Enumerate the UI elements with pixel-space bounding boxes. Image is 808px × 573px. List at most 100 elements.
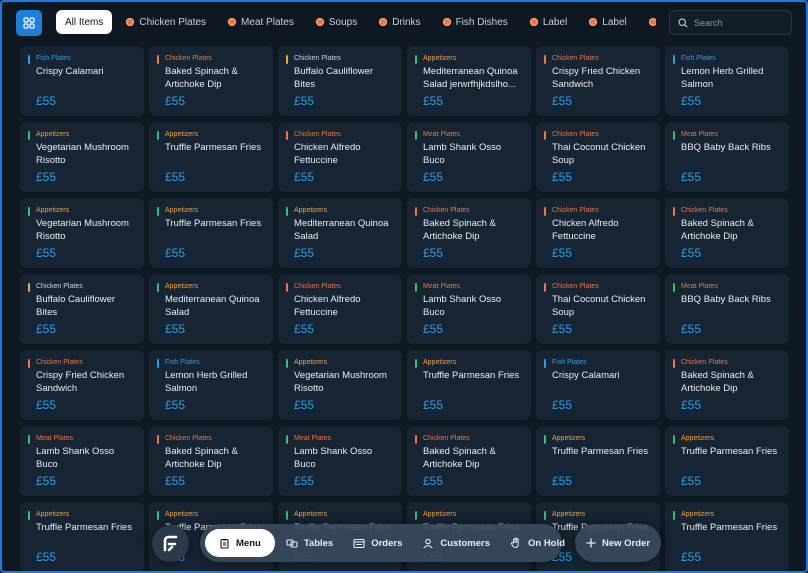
nav-menu-button[interactable]: Menu (205, 529, 275, 557)
filter-chip-chicken-plates[interactable]: Chicken Plates (118, 10, 214, 34)
menu-item-card[interactable]: Chicken Plates Buffalo Cauliflower Bites £… (20, 274, 144, 344)
menu-item-card[interactable]: Appetizers Truffle Parmesan Fries £55 (665, 426, 789, 496)
menu-item-card[interactable]: Appetizers Truffle Parmesan Fries £55 (536, 426, 660, 496)
menu-item-card[interactable]: Appetizers Truffle Parmesan Fries £55 (665, 502, 789, 571)
filter-chip-all-items[interactable]: All Items (56, 10, 113, 34)
menu-item-card[interactable]: Appetizers Vegetarian Mushroom Risotto £55 (20, 198, 144, 268)
menu-item-card[interactable]: Chicken Plates Thai Coconut Chicken Soup £… (536, 274, 660, 344)
menu-item-card[interactable]: Chicken Plates Thai Coconut Chicken Soup £… (536, 122, 660, 192)
menu-item-card[interactable]: Meat Plates Lamb Shank Osso Buco £55 (407, 122, 531, 192)
menu-item-card[interactable]: Meat Plates Lamb Shank Osso Buco £55 (20, 426, 144, 496)
filter-chip-label[interactable]: Label (522, 10, 575, 34)
search-input[interactable] (694, 17, 784, 28)
category-indicator (544, 131, 546, 140)
menu-item-card[interactable]: Appetizers Mediterranean Quinoa Salad jer… (407, 46, 531, 116)
category-indicator (28, 55, 30, 64)
menu-item-card[interactable]: Chicken Plates Baked Spinach & Artichoke … (407, 198, 531, 268)
menu-item-card[interactable]: Appetizers Vegetarian Mushroom Risotto £55 (278, 350, 402, 420)
menu-item-card[interactable]: Appetizers Mediterranean Quinoa Salad £55 (278, 198, 402, 268)
menu-item-category: Fish Plates (552, 359, 587, 366)
menu-item-category: Appetizers (165, 283, 199, 290)
menu-item-card[interactable]: Meat Plates Lamb Shank Osso Buco £55 (278, 426, 402, 496)
category-indicator (544, 511, 546, 520)
clipboard-icon (219, 538, 230, 549)
category-indicator (28, 435, 30, 444)
filter-chip-label: Drinks (392, 16, 421, 28)
menu-item-card[interactable]: Chicken Plates Buffalo Cauliflower Bites £… (278, 46, 402, 116)
category-indicator (157, 283, 159, 292)
menu-item-name: Truffle Parmesan Fries (36, 522, 133, 533)
menu-item-card[interactable]: Chicken Plates Baked Spinach & Artichoke … (149, 46, 273, 116)
category-dot-icon (315, 18, 324, 26)
menu-item-category: Chicken Plates (294, 55, 341, 62)
menu-item-price: £55 (294, 322, 315, 336)
menu-item-card[interactable]: Appetizers Truffle Parmesan Fries £55 (20, 502, 144, 571)
menu-item-card[interactable]: Chicken Plates Baked Spinach & Artichoke … (407, 426, 531, 496)
category-indicator (28, 359, 30, 368)
menu-item-name: BBQ Baby Back Ribs (681, 142, 771, 153)
menu-item-card[interactable]: Chicken Plates Chicken Alfredo Fettuccine… (278, 122, 402, 192)
nav-on-hold-button[interactable]: On Hold (501, 529, 574, 557)
menu-item-price: £55 (294, 398, 315, 412)
menu-item-card[interactable]: Meat Plates BBQ Baby Back Ribs £55 (665, 122, 789, 192)
menu-item-card[interactable]: Chicken Plates Baked Spinach & Artichoke … (665, 198, 789, 268)
nav-orders-button[interactable]: Orders (344, 529, 411, 557)
menu-item-name: Lemon Herb Grilled Salmon (165, 370, 248, 394)
category-dot-icon (648, 18, 656, 26)
menu-item-card[interactable]: Appetizers Vegetarian Mushroom Risotto £55 (20, 122, 144, 192)
menu-item-card[interactable]: Chicken Plates Crispy Fried Chicken Sandw… (536, 46, 660, 116)
menu-item-price: £55 (552, 94, 573, 108)
menu-item-card[interactable]: Fish Plates Crispy Calamari £55 (20, 46, 144, 116)
category-indicator (415, 511, 417, 520)
menu-item-card[interactable]: Fish Plates Crispy Calamari £55 (536, 350, 660, 420)
menu-item-card[interactable]: Fish Plates Lemon Herb Grilled Salmon £55 (665, 46, 789, 116)
filter-chip-drinks[interactable]: Drinks (371, 10, 428, 34)
nav-tables-button[interactable]: Tables (277, 529, 342, 557)
app-logo[interactable] (152, 525, 189, 562)
menu-item-card[interactable]: Chicken Plates Chicken Alfredo Fettuccine… (536, 198, 660, 268)
menu-item-category: Chicken Plates (165, 55, 212, 62)
menu-item-name: Lemon Herb Grilled Salmon (681, 66, 764, 90)
menu-item-card[interactable]: Meat Plates BBQ Baby Back Ribs £55 (665, 274, 789, 344)
filter-chip-soups[interactable]: Soups (308, 10, 365, 34)
filter-chip-label[interactable]: Label (641, 10, 656, 34)
menu-item-name: Buffalo Cauliflower Bites (36, 294, 116, 318)
menu-item-name: Lamb Shank Osso Buco (36, 446, 115, 470)
filter-chip-meat-plates[interactable]: Meat Plates (220, 10, 302, 34)
menu-item-card[interactable]: Appetizers Mediterranean Quinoa Salad £55 (149, 274, 273, 344)
menu-item-category: Meat Plates (423, 131, 460, 138)
menu-item-card[interactable]: Chicken Plates Baked Spinach & Artichoke … (665, 350, 789, 420)
menu-item-price: £55 (36, 550, 57, 564)
menu-item-price: £55 (423, 170, 444, 184)
menu-item-category: Meat Plates (681, 131, 718, 138)
search-box[interactable] (669, 10, 792, 35)
menu-item-category: Chicken Plates (552, 283, 599, 290)
category-indicator (28, 207, 30, 216)
category-dot-icon (442, 18, 451, 26)
menu-item-category: Appetizers (552, 511, 586, 518)
menu-item-price: £55 (165, 474, 186, 488)
menu-item-category: Meat Plates (294, 435, 331, 442)
menu-item-card[interactable]: Chicken Plates Baked Spinach & Artichoke … (149, 426, 273, 496)
category-indicator (28, 511, 30, 520)
filter-chip-fish-dishes[interactable]: Fish Dishes (435, 10, 516, 34)
nav-customers-button[interactable]: Customers (413, 529, 499, 557)
menu-item-category: Chicken Plates (681, 207, 728, 214)
menu-item-card[interactable]: Chicken Plates Chicken Alfredo Fettuccine… (278, 274, 402, 344)
menu-item-name: Truffle Parmesan Fries (423, 370, 520, 381)
menu-item-category: Appetizers (165, 511, 199, 518)
menu-item-card[interactable]: Meat Plates Lamb Shank Osso Buco £55 (407, 274, 531, 344)
menu-item-name: Crispy Fried Chicken Sandwich (552, 66, 641, 90)
menu-item-name: Vegetarian Mushroom Risotto (36, 218, 129, 242)
menu-item-card[interactable]: Chicken Plates Crispy Fried Chicken Sandw… (20, 350, 144, 420)
menu-item-card[interactable]: Appetizers Truffle Parmesan Fries £55 (149, 122, 273, 192)
menu-item-card[interactable]: Fish Plates Lemon Herb Grilled Salmon £55 (149, 350, 273, 420)
menu-item-name: Truffle Parmesan Fries (681, 446, 778, 457)
category-dot-icon (228, 18, 237, 26)
menu-item-card[interactable]: Appetizers Truffle Parmesan Fries £55 (407, 350, 531, 420)
menu-item-card[interactable]: Appetizers Truffle Parmesan Fries £55 (149, 198, 273, 268)
filter-chip-label[interactable]: Label (581, 10, 634, 34)
grid-menu-button[interactable] (16, 10, 42, 36)
new-order-button[interactable]: New Order (575, 524, 661, 562)
menu-item-name: Lamb Shank Osso Buco (423, 142, 502, 166)
